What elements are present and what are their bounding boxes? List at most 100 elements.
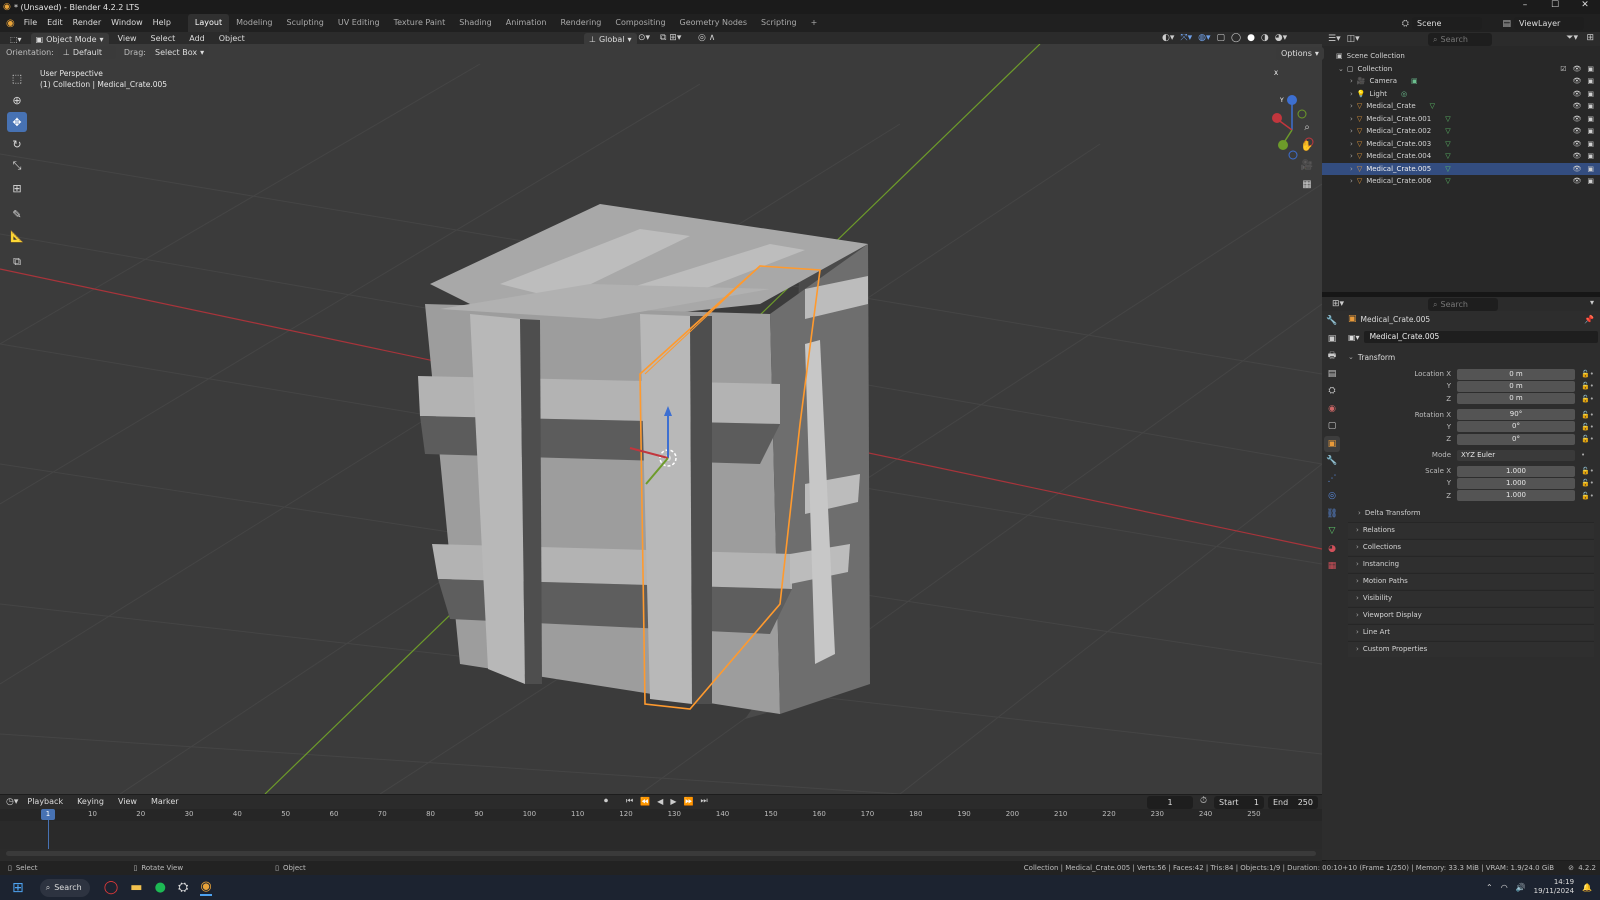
outliner-editor-icon[interactable]: ☰▾ (1328, 34, 1341, 44)
blender-app-icon[interactable]: ◉ (200, 879, 212, 896)
file-explorer-icon[interactable]: ▬ (130, 880, 142, 895)
proportional-edit-icon[interactable]: ◎ ∧ (698, 33, 715, 43)
settings-app-icon[interactable]: ⛭ (178, 880, 188, 895)
clock-icon[interactable]: ⏱ (1200, 796, 1207, 806)
frame-ruler[interactable]: 10 20 30 40 50 60 70 80 90 100 110 120 130 140 150 160 1… (0, 809, 1322, 821)
object-data-icon[interactable]: ▽ (1445, 140, 1450, 148)
add-workspace-button[interactable]: + (804, 14, 825, 32)
modifier-tab-icon[interactable]: 🔧 (1324, 453, 1340, 469)
panel-motion-paths[interactable]: › Motion Paths (1348, 572, 1594, 589)
outliner-item-5[interactable]: › ▽ Medical_Crate.003 ▽ 👁 ▣ (1322, 138, 1600, 151)
rotation-mode-dropdown[interactable]: XYZ Euler (1457, 449, 1575, 461)
eye-icon[interactable]: 👁 (1572, 77, 1581, 85)
jump-start-icon[interactable]: ⏮ (626, 796, 633, 806)
properties-editor-icon[interactable]: ⊞▾ (1332, 299, 1344, 309)
rotation-y-field[interactable]: 0° (1457, 421, 1575, 433)
windows-start-icon[interactable]: ⊞ (12, 880, 24, 896)
chevron-right-icon[interactable]: › (1350, 140, 1353, 148)
rendered-shading-icon[interactable]: ◕▾ (1275, 33, 1287, 43)
object-data-icon[interactable]: ◎ (1401, 90, 1407, 98)
chevron-right-icon[interactable]: › (1350, 77, 1353, 85)
panel-relations[interactable]: › Relations (1348, 521, 1594, 538)
menu-render[interactable]: Render (68, 14, 106, 32)
play-reverse-icon[interactable]: ◀ (657, 797, 663, 806)
timeline-editor-icon[interactable]: ◷▾ (6, 797, 18, 807)
options-dropdown[interactable]: Options ▾ (1276, 47, 1324, 60)
eye-icon[interactable]: 👁 (1572, 90, 1581, 98)
filter-icon[interactable]: ⏷▾ (1566, 33, 1578, 43)
chevron-right-icon[interactable]: › (1350, 90, 1353, 98)
playhead-marker[interactable]: 1 (41, 809, 55, 820)
camera-render-icon[interactable]: ▣ (1587, 115, 1594, 123)
wifi-icon[interactable]: ◠ (1501, 883, 1508, 892)
menu-edit[interactable]: Edit (42, 14, 68, 32)
tab-uv-editing[interactable]: UV Editing (331, 14, 387, 32)
object-data-icon[interactable]: ▽ (1445, 165, 1450, 173)
medical-crate-model[interactable] (418, 204, 870, 719)
camera-render-icon[interactable]: ▣ (1587, 177, 1594, 185)
chevron-down-icon[interactable]: ⌄ (1338, 65, 1344, 73)
outliner-item-8[interactable]: › ▽ Medical_Crate.006 ▽ 👁 ▣ (1322, 175, 1600, 188)
gizmo-icon[interactable]: ⤧▾ (1180, 33, 1192, 43)
viewport-scene[interactable] (0, 44, 1322, 794)
location-x-field[interactable]: 0 m (1457, 368, 1575, 380)
spotify-icon[interactable]: ● (155, 880, 166, 895)
eye-icon[interactable]: 👁 (1572, 140, 1581, 148)
tool-tab-icon[interactable]: 🔧 (1324, 313, 1340, 329)
lock-icon[interactable]: 🔓• (1581, 423, 1594, 431)
current-frame-field[interactable]: 1 (1147, 796, 1193, 809)
transform-panel-header[interactable]: ⌄ Transform (1344, 350, 1598, 364)
collection-row[interactable]: ⌄ ▢ Collection ☑ 👁 ▣ (1322, 63, 1600, 76)
tab-geometry-nodes[interactable]: Geometry Nodes (673, 14, 754, 32)
xray-icon[interactable]: ▢ (1216, 33, 1225, 43)
orientation-dropdown[interactable]: ⊥ Default (57, 46, 116, 59)
view-layer-selector[interactable]: ViewLayer (1514, 17, 1584, 30)
menu-file[interactable]: File (19, 14, 42, 32)
display-mode-icon[interactable]: ◫▾ (1347, 34, 1360, 44)
location-y-field[interactable]: 0 m (1457, 380, 1575, 392)
scale-tool-icon[interactable]: ⤡ (7, 156, 27, 176)
scene-tab-icon[interactable]: ⛭ (1324, 383, 1340, 399)
lock-icon[interactable]: 🔓• (1581, 411, 1594, 419)
camera-render-icon[interactable]: ▣ (1587, 152, 1594, 160)
move-tool-icon[interactable]: ✥ (7, 112, 27, 132)
pin-icon[interactable]: 📌 (1584, 315, 1594, 324)
view-layer-tab-icon[interactable]: ▤ (1324, 366, 1340, 382)
lock-icon[interactable]: 🔓• (1581, 479, 1594, 487)
keyframe-area[interactable] (0, 821, 1322, 849)
chevron-right-icon[interactable]: › (1350, 127, 1353, 135)
scale-y-field[interactable]: 1.000 (1457, 477, 1575, 489)
tab-animation[interactable]: Animation (499, 14, 554, 32)
eye-icon[interactable]: 👁 (1572, 127, 1581, 135)
constraints-tab-icon[interactable]: ⛓ (1324, 506, 1340, 522)
checkbox-icon[interactable]: ☑ (1560, 65, 1566, 73)
tab-shading[interactable]: Shading (452, 14, 499, 32)
timeline-scrollbar[interactable] (6, 851, 1316, 856)
location-z-field[interactable]: 0 m (1457, 393, 1575, 405)
chevron-right-icon[interactable]: › (1350, 177, 1353, 185)
end-frame-field[interactable]: End 250 (1268, 796, 1318, 809)
volume-icon[interactable]: 🔊 (1516, 883, 1526, 892)
jump-keyframe-forward-icon[interactable]: ⏩ (683, 797, 693, 806)
chevron-right-icon[interactable]: › (1350, 115, 1353, 123)
lock-icon[interactable]: 🔓• (1581, 467, 1594, 475)
collection-tab-icon[interactable]: ▢ (1324, 418, 1340, 434)
rotate-tool-icon[interactable]: ↻ (7, 134, 27, 154)
chevron-down-icon[interactable]: ▾ (1590, 298, 1594, 307)
tray-chevron-icon[interactable]: ⌃ (1486, 883, 1493, 892)
chevron-right-icon[interactable]: › (1350, 152, 1353, 160)
panel-line-art[interactable]: › Line Art (1348, 623, 1594, 640)
play-icon[interactable]: ▶ (670, 797, 676, 806)
tab-compositing[interactable]: Compositing (608, 14, 672, 32)
eye-icon[interactable]: 👁 (1572, 115, 1581, 123)
object-tab-icon[interactable]: ▣ (1324, 435, 1340, 452)
measure-tool-icon[interactable]: 📐 (7, 226, 27, 246)
outliner-item-4[interactable]: › ▽ Medical_Crate.002 ▽ 👁 ▣ (1322, 125, 1600, 138)
record-icon[interactable]: ⏺ (604, 796, 608, 806)
object-data-icon[interactable]: ▽ (1445, 115, 1450, 123)
panel-custom-properties[interactable]: › Custom Properties (1348, 640, 1594, 657)
taskbar-clock[interactable]: 14:19 19/11/2024 (1534, 878, 1574, 896)
add-cube-tool-icon[interactable]: ⧉ (7, 252, 27, 272)
material-shading-icon[interactable]: ◑ (1261, 33, 1269, 43)
camera-render-icon[interactable]: ▣ (1587, 102, 1594, 110)
